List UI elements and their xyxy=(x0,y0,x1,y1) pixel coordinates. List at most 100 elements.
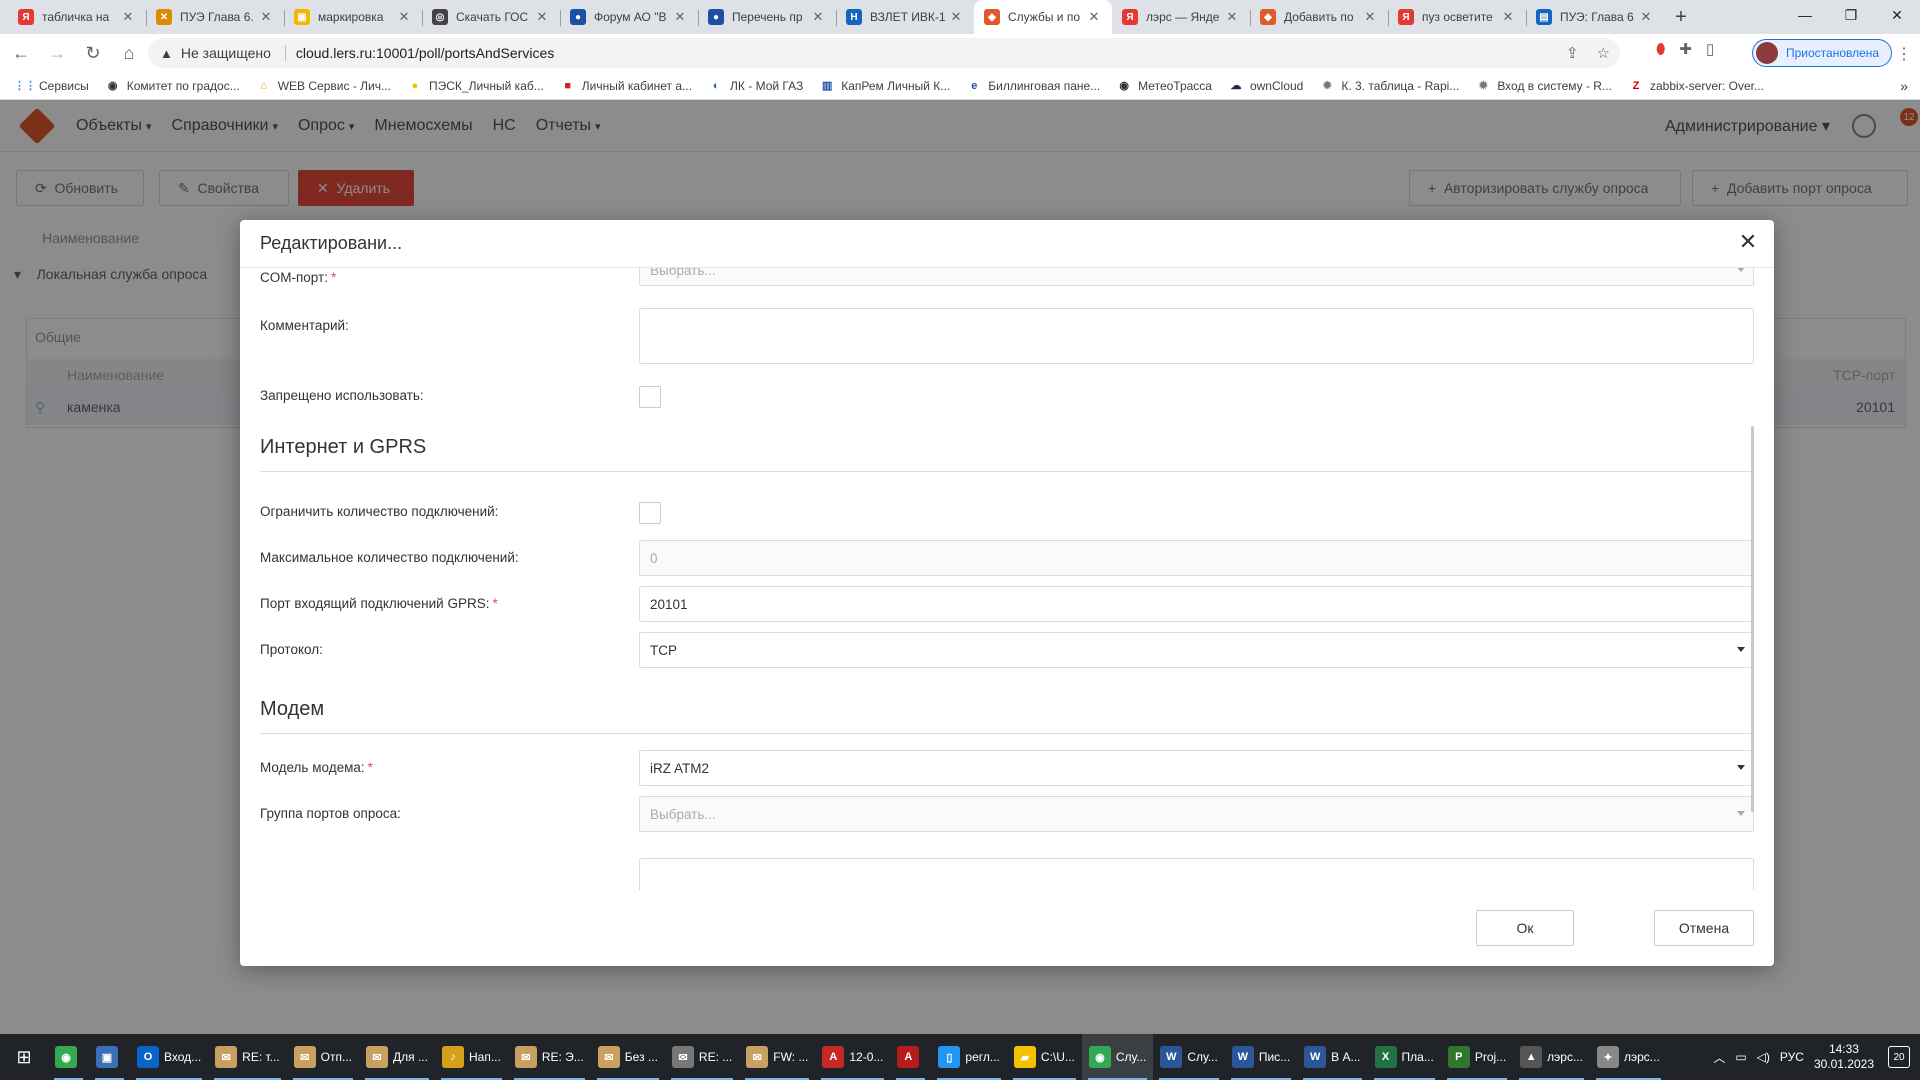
taskbar-item[interactable]: ✉ RE: т... xyxy=(208,1034,287,1080)
taskbar-item[interactable]: ◉ xyxy=(48,1034,89,1080)
bookmark-item[interactable]: ◉ МетеоТрасса xyxy=(1117,79,1212,93)
port-group-select[interactable]: Выбрать... xyxy=(639,796,1754,832)
taskbar-item[interactable]: ◉ Слу... xyxy=(1081,1034,1154,1080)
tab-close-icon[interactable]: ✕ xyxy=(1500,9,1516,25)
home-button[interactable]: ⌂ xyxy=(114,38,144,68)
taskbar-item[interactable]: ✉ RE: ... xyxy=(665,1034,739,1080)
tab-close-icon[interactable]: ✕ xyxy=(1638,9,1654,25)
bookmark-item[interactable]: ◉ Комитет по градос... xyxy=(106,79,240,93)
browser-menu-icon[interactable]: ⋮ xyxy=(1896,44,1912,64)
taskbar-item[interactable]: ▣ xyxy=(89,1034,130,1080)
network-icon[interactable]: ▭ xyxy=(1735,1050,1746,1064)
modem-model-select[interactable]: iRZ ATM2 xyxy=(639,750,1754,786)
action-center-icon[interactable]: 20 xyxy=(1888,1046,1910,1068)
tray-chevron-icon[interactable]: ︿ xyxy=(1713,1049,1725,1066)
language-indicator[interactable]: РУС xyxy=(1780,1050,1804,1064)
browser-tab[interactable]: Н ВЗЛЕТ ИВК-1 ✕ xyxy=(836,0,974,34)
tab-close-icon[interactable]: ✕ xyxy=(534,9,550,25)
bookmark-item[interactable]: ● ПЭСК_Личный каб... xyxy=(408,79,544,93)
side-panel-icon[interactable]: ▯ xyxy=(1706,40,1714,58)
taskbar-item[interactable]: W Пис... xyxy=(1225,1034,1297,1080)
gprs-port-input[interactable]: 20101 xyxy=(639,586,1754,622)
taskbar-item[interactable]: O Вход... xyxy=(130,1034,208,1080)
forbidden-checkbox[interactable] xyxy=(639,386,661,408)
volume-icon[interactable]: ◁) xyxy=(1757,1050,1770,1064)
dialog-body[interactable]: COM-порт: * Выбрать... Комментарий: Запре… xyxy=(240,268,1774,890)
dialog-scrollbar[interactable] xyxy=(1751,426,1754,812)
tab-close-icon[interactable]: ✕ xyxy=(120,9,136,25)
not-secure-label[interactable]: Не защищено xyxy=(181,45,271,61)
browser-tab[interactable]: ● Форум АО "В ✕ xyxy=(560,0,698,34)
location-pin-icon[interactable]: ⬮ xyxy=(1656,41,1665,58)
forward-button[interactable]: → xyxy=(42,38,72,68)
taskbar-item[interactable]: W В А... xyxy=(1297,1034,1367,1080)
clock[interactable]: 14:33 30.01.2023 xyxy=(1814,1042,1874,1072)
max-connections-input[interactable]: 0 xyxy=(639,540,1754,576)
taskbar-item[interactable]: ✉ FW: ... xyxy=(739,1034,815,1080)
omnibox[interactable]: ▲ Не защищено cloud.lers.ru:10001/poll/p… xyxy=(148,38,1620,68)
taskbar-item[interactable]: ✉ Без ... xyxy=(591,1034,665,1080)
com-port-select[interactable]: Выбрать... xyxy=(639,268,1754,286)
bookmark-item[interactable]: ■ Личный кабинет а... xyxy=(561,79,692,93)
bookmark-item[interactable]: ☁ ownCloud xyxy=(1229,79,1303,93)
browser-tab[interactable]: Япуз осветите ✕ xyxy=(1388,0,1526,34)
profile-button[interactable]: Приостановлена xyxy=(1752,39,1893,67)
browser-tab[interactable]: ◎ Скачать ГОС ✕ xyxy=(422,0,560,34)
reload-button[interactable]: ↻ xyxy=(78,38,108,68)
bookmark-item[interactable]: ✹ К. 3. таблица - Rapi... xyxy=(1320,79,1460,93)
taskbar-item[interactable]: W Слу... xyxy=(1153,1034,1224,1080)
taskbar-item[interactable]: ✉ Отп... xyxy=(287,1034,359,1080)
bookmark-item[interactable]: ⌂ WEB Сервис - Лич... xyxy=(257,79,391,93)
bookmark-item[interactable]: Zzabbix-server: Over... xyxy=(1629,79,1764,93)
tab-close-icon[interactable]: ✕ xyxy=(1362,9,1378,25)
taskbar-item[interactable]: A 12-0... xyxy=(815,1034,890,1080)
tab-close-icon[interactable]: ✕ xyxy=(810,9,826,25)
taskbar-item[interactable]: ✉ RE: Э... xyxy=(508,1034,591,1080)
browser-tab[interactable]: ▣ маркировка ✕ xyxy=(284,0,422,34)
taskbar-item[interactable]: ♪ Нап... xyxy=(435,1034,508,1080)
bookmark-item[interactable]: e Биллинговая пане... xyxy=(967,79,1100,93)
close-window-button[interactable]: ✕ xyxy=(1874,0,1920,30)
extensions-puzzle-icon[interactable]: ✚ xyxy=(1679,40,1692,58)
taskbar-item[interactable]: A xyxy=(890,1034,931,1080)
browser-tab[interactable]: ✕ ПУЭ Глава 6. ✕ xyxy=(146,0,284,34)
minimize-button[interactable]: — xyxy=(1782,0,1828,30)
bookmark-item[interactable]: ◐ ЛК - Мой ГАЗ xyxy=(709,79,804,93)
bookmark-star-icon[interactable]: ☆ xyxy=(1597,44,1610,62)
tab-close-icon[interactable]: ✕ xyxy=(396,9,412,25)
url-text[interactable]: cloud.lers.ru:10001/poll/portsAndService… xyxy=(296,45,554,61)
protocol-select[interactable]: TCP xyxy=(639,632,1754,668)
taskbar-item[interactable]: ▯ регл... xyxy=(931,1034,1006,1080)
tab-close-icon[interactable]: ✕ xyxy=(1086,9,1102,25)
browser-tab[interactable]: ● Перечень пр ✕ xyxy=(698,0,836,34)
back-button[interactable]: ← xyxy=(6,38,36,68)
tab-close-icon[interactable]: ✕ xyxy=(948,9,964,25)
tab-close-icon[interactable]: ✕ xyxy=(1224,9,1240,25)
bookmark-item[interactable]: ⋮⋮ Сервисы xyxy=(14,79,89,93)
new-tab-button[interactable]: + xyxy=(1664,0,1698,34)
taskbar-item[interactable]: X Пла... xyxy=(1368,1034,1441,1080)
browser-tab[interactable]: ◆ Службы и по ✕ xyxy=(974,0,1112,34)
taskbar-item[interactable]: ▲ лэрс... xyxy=(1513,1034,1590,1080)
windows-start-icon[interactable]: ⊞ xyxy=(0,1034,48,1080)
cancel-button[interactable]: Отмена xyxy=(1654,910,1754,946)
ok-button[interactable]: Ок xyxy=(1476,910,1574,946)
comment-textarea[interactable] xyxy=(639,308,1754,364)
restore-button[interactable]: ❐ xyxy=(1828,0,1874,30)
browser-tab[interactable]: ◆ Добавить по ✕ xyxy=(1250,0,1388,34)
bookmarks-overflow-icon[interactable]: » xyxy=(1900,78,1908,94)
taskbar-item[interactable]: ✦ лэрс... xyxy=(1590,1034,1667,1080)
close-icon[interactable]: ✕ xyxy=(1736,230,1760,254)
limit-connections-checkbox[interactable] xyxy=(639,502,661,524)
tab-close-icon[interactable]: ✕ xyxy=(258,9,274,25)
clipped-field[interactable] xyxy=(639,858,1754,890)
taskbar-item[interactable]: ✉ Для ... xyxy=(359,1034,435,1080)
tab-close-icon[interactable]: ✕ xyxy=(672,9,688,25)
bookmark-item[interactable]: ▥ КапРем Личный К... xyxy=(820,79,950,93)
share-icon[interactable]: ⇪ xyxy=(1566,44,1579,62)
browser-tab[interactable]: Ялэрс — Янде ✕ xyxy=(1112,0,1250,34)
bookmark-item[interactable]: ✹ Вход в систему - R... xyxy=(1476,79,1612,93)
browser-tab[interactable]: Ятабличка на ✕ xyxy=(8,0,146,34)
taskbar-item[interactable]: ▰ C:\U... xyxy=(1007,1034,1082,1080)
taskbar-item[interactable]: P Proj... xyxy=(1441,1034,1513,1080)
